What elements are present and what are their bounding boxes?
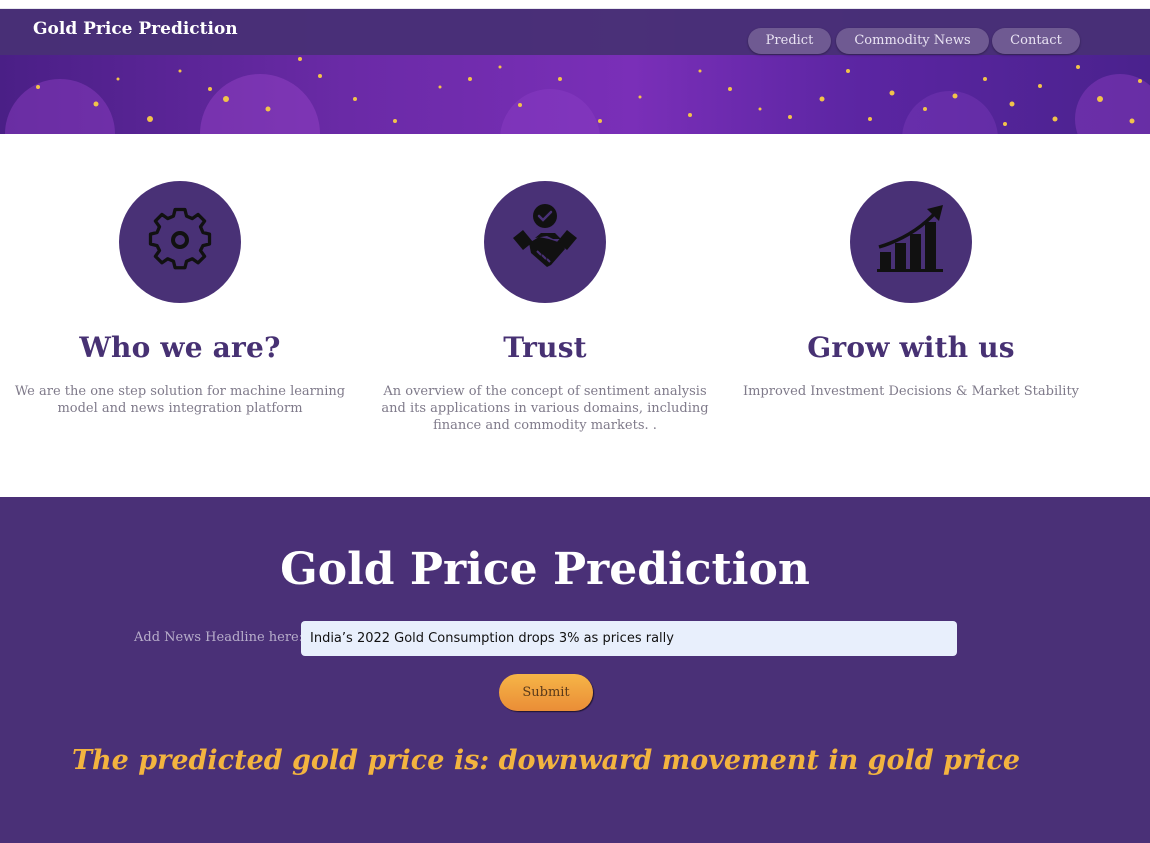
- gear-icon: [148, 207, 212, 270]
- feature-description: We are the one step solution for machine…: [14, 384, 346, 416]
- navbar: Gold Price Prediction Predict Commodity …: [0, 9, 1150, 55]
- prediction-result: The predicted gold price is: downward mo…: [71, 745, 1021, 776]
- feature-icon-circle: [484, 181, 606, 303]
- feature-title: Trust: [503, 331, 587, 364]
- headline-input[interactable]: [301, 621, 957, 656]
- feature-title: Grow with us: [807, 331, 1015, 364]
- hero-banner: Gold Price Prediction Predict Commodity …: [0, 9, 1150, 134]
- feature-who-we-are: Who we are? We are the one step solution…: [10, 181, 350, 417]
- feature-icon-circle: [119, 181, 241, 303]
- growth-chart-icon: [877, 205, 943, 272]
- nav-predict[interactable]: Predict: [748, 28, 831, 54]
- top-border: [0, 0, 1150, 9]
- feature-description: Improved Investment Decisions & Market S…: [742, 384, 1080, 399]
- feature-grow-with-us: Grow with us Improved Investment Decisio…: [741, 181, 1081, 400]
- feature-title: Who we are?: [79, 331, 281, 364]
- nav-contact[interactable]: Contact: [992, 28, 1080, 54]
- handshake-icon: [513, 204, 577, 267]
- prediction-section: Gold Price Prediction Add News Headline …: [0, 497, 1150, 843]
- submit-button[interactable]: Submit: [499, 674, 593, 711]
- nav-commodity-news[interactable]: Commodity News: [836, 28, 989, 54]
- prediction-title: Gold Price Prediction: [280, 544, 810, 595]
- headline-label: Add News Headline here:: [134, 630, 304, 645]
- feature-description: An overview of the concept of sentiment …: [381, 384, 709, 433]
- brand-title[interactable]: Gold Price Prediction: [33, 19, 238, 39]
- feature-trust: Trust An overview of the concept of sent…: [375, 181, 715, 434]
- feature-icon-circle: [850, 181, 972, 303]
